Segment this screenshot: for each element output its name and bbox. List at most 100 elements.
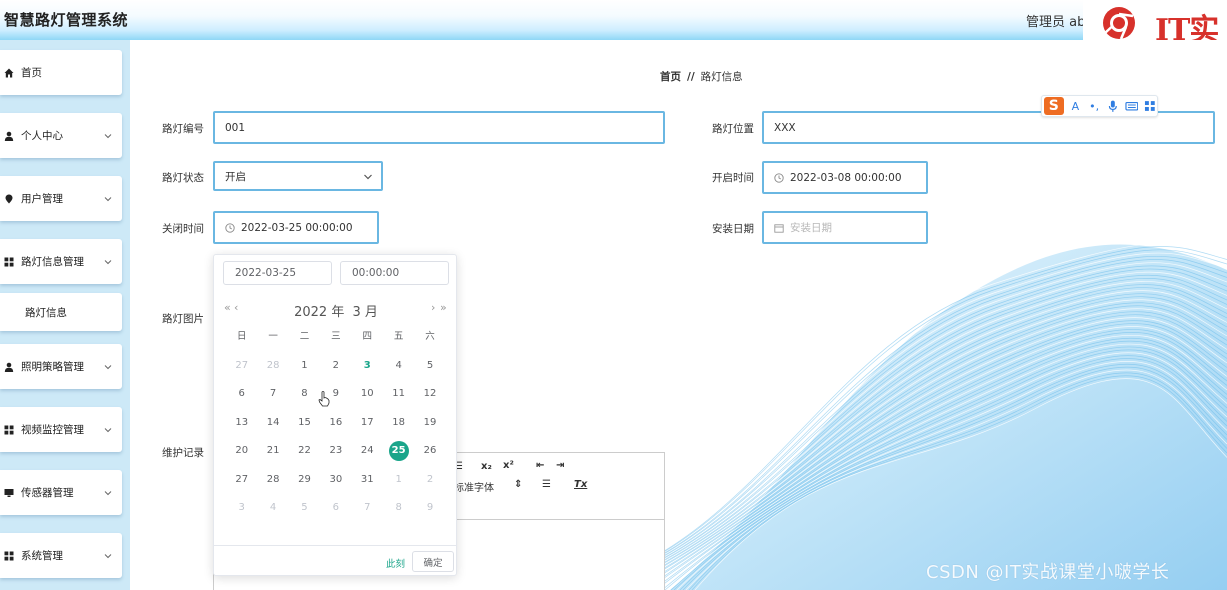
calendar-day[interactable]: 25 [383,440,414,462]
light-id-label: 路灯编号 [162,123,204,135]
calendar-day[interactable]: 28 [257,469,288,491]
calendar-day[interactable]: 22 [289,440,320,462]
sidebar-item-label: 用户管理 [21,193,63,205]
calendar-day[interactable]: 23 [320,440,351,462]
sidebar-item-system[interactable]: 系统管理 [0,533,122,578]
calendar-day[interactable]: 26 [414,440,445,462]
calendar-day[interactable]: 21 [257,440,288,462]
font-a-icon[interactable]: A [1069,99,1083,113]
outdent-icon[interactable]: ⇤ [536,460,544,471]
now-button[interactable]: 此刻 [386,556,405,570]
calendar-day[interactable]: 15 [289,412,320,434]
calendar-day[interactable]: 5 [414,355,445,377]
calendar-day[interactable]: 1 [289,355,320,377]
calendar-day[interactable]: 29 [289,469,320,491]
breadcrumb-home[interactable]: 首页 [660,71,681,83]
chevron-down-icon [104,364,112,369]
next-year-button[interactable]: » [440,301,447,314]
close-time-picker[interactable]: 2022-03-25 00:00:00 [213,211,379,244]
calendar-day[interactable]: 24 [352,440,383,462]
sidebar-item-lighting-strategy[interactable]: 照明策略管理 [0,344,122,389]
font-select[interactable]: 标准字体 [454,479,494,494]
chevron-down-icon [104,259,112,264]
calendar-day[interactable]: 1 [383,469,414,491]
calendar-day[interactable]: 7 [257,383,288,405]
calendar-day[interactable]: 18 [383,412,414,434]
sidebar-item-video-monitoring[interactable]: 视频监控管理 [0,407,122,452]
calendar-day[interactable]: 4 [257,497,288,519]
picker-month[interactable]: 3 月 [352,305,377,320]
install-date-picker[interactable]: 安装日期 [762,211,928,244]
calendar-day[interactable]: 6 [226,383,257,405]
align-icon[interactable]: ☰ [542,479,551,490]
calendar-day[interactable]: 2 [320,355,351,377]
calendar-day[interactable]: 19 [414,412,445,434]
open-time-picker[interactable]: 2022-03-08 00:00:00 [762,161,928,194]
calendar-day[interactable]: 2 [414,469,445,491]
picker-year[interactable]: 2022 年 [294,305,344,320]
calendar-day[interactable]: 27 [226,355,257,377]
calendar-week-row: 3 4 5 6 7 8 9 [226,494,446,523]
picker-footer: 此刻 确定 [214,545,456,576]
calendar-day[interactable]: 5 [289,497,320,519]
calendar-day[interactable]: 10 [352,383,383,405]
apps-icon[interactable] [1143,99,1157,113]
picker-time-input[interactable]: 00:00:00 [340,261,449,285]
calendar-day-number: 15 [298,416,311,428]
sogou-logo-icon[interactable]: S [1044,97,1064,115]
prev-month-button[interactable]: ‹ [234,301,239,314]
calendar-day[interactable]: 8 [383,497,414,519]
calendar-day-number: 23 [329,445,343,457]
prev-year-button[interactable]: « [224,301,231,314]
light-id-value: 001 [225,121,246,134]
calendar-day-number: 7 [364,502,371,514]
keyboard-icon[interactable] [1125,99,1139,113]
calendar-day[interactable]: 3 [352,355,383,377]
datetime-picker-popup: 2022-03-25 00:00:00 2022 年 3 月 « ‹ › » 日… [213,254,457,576]
calendar-day[interactable]: 4 [383,355,414,377]
calendar-day-number: 5 [426,359,434,371]
sidebar-item-light-management[interactable]: 路灯信息管理 [0,239,122,284]
punctuation-icon[interactable]: •, [1087,99,1101,113]
calendar-day[interactable]: 27 [226,469,257,491]
subscript-button[interactable]: x₂ [481,461,492,472]
calendar-day-number: 3 [363,359,371,371]
breadcrumb-current: 路灯信息 [700,71,743,83]
sidebar-item-sensors[interactable]: 传感器管理 [0,470,122,515]
clock-icon [225,222,235,233]
calendar-day[interactable]: 11 [383,383,414,405]
confirm-button[interactable]: 确定 [412,551,454,572]
calendar-day[interactable]: 9 [414,497,445,519]
clear-format-button[interactable]: Tx [574,479,587,490]
calendar-day[interactable]: 28 [257,355,288,377]
next-month-button[interactable]: › [431,301,436,314]
calendar-day[interactable]: 30 [320,469,351,491]
sidebar-item-label: 照明策略管理 [21,361,84,373]
install-date-label: 安装日期 [712,223,754,235]
sidebar-item-profile[interactable]: 个人中心 [0,113,122,158]
admin-label[interactable]: 管理员 ab [1026,11,1085,30]
open-time-value: 2022-03-08 00:00:00 [790,171,902,184]
calendar-day[interactable]: 6 [320,497,351,519]
calendar-day[interactable]: 16 [320,412,351,434]
calendar-day[interactable]: 13 [226,412,257,434]
calendar-day-number: 21 [266,445,280,457]
calendar-day[interactable]: 12 [414,383,445,405]
light-id-input[interactable]: 001 [213,111,665,144]
calendar-day[interactable]: 3 [226,497,257,519]
calendar-day[interactable]: 31 [352,469,383,491]
picker-date-input[interactable]: 2022-03-25 [223,261,332,285]
maintenance-label: 维护记录 [162,447,204,459]
microphone-icon[interactable] [1106,99,1120,113]
calendar-day[interactable]: 7 [352,497,383,519]
calendar-day[interactable]: 14 [257,412,288,434]
sidebar-item-users[interactable]: 用户管理 [0,176,122,221]
calendar-day[interactable]: 8 [289,383,320,405]
sidebar-item-home[interactable]: 首页 [0,50,122,95]
calendar-day[interactable]: 17 [352,412,383,434]
status-select[interactable]: 开启 [213,161,383,191]
indent-icon[interactable]: ⇥ [556,460,564,471]
superscript-button[interactable]: x² [503,460,514,471]
calendar-day[interactable]: 20 [226,440,257,462]
sidebar-item-light-info[interactable]: 路灯信息 [0,293,122,331]
